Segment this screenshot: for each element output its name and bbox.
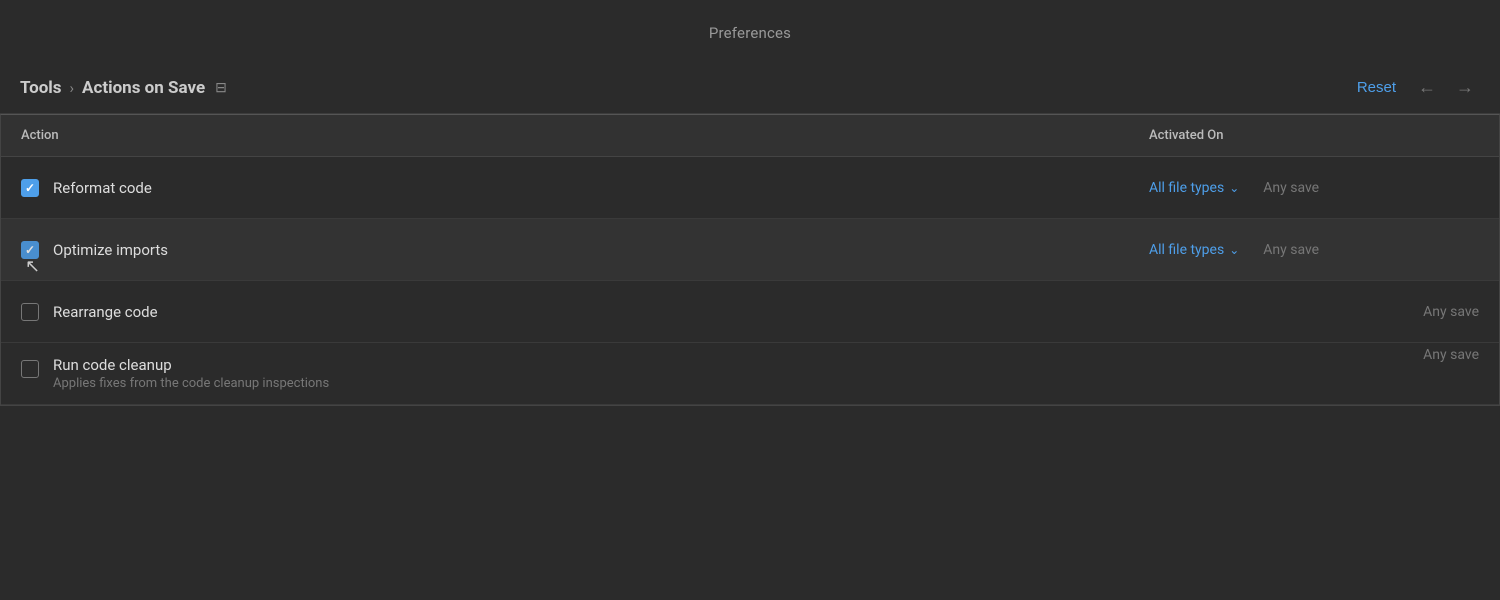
breadcrumb-parent[interactable]: Tools: [20, 78, 62, 98]
activated-on-reformat: Any save: [1263, 180, 1319, 196]
activated-on-optimize: Any save: [1263, 242, 1319, 258]
table-row: Rearrange code Any save: [1, 281, 1499, 343]
activated-on-rearrange: Any save: [1423, 304, 1479, 320]
row-left-reformat: ✓ Reformat code: [21, 179, 1149, 197]
nav-back-button[interactable]: ←: [1412, 75, 1442, 100]
actions-table: Action Activated On ✓ Reformat code All …: [0, 114, 1500, 406]
reset-button[interactable]: Reset: [1357, 79, 1396, 96]
row-left-cleanup: Run code cleanup Applies fixes from the …: [21, 356, 1149, 391]
page-icon[interactable]: ⊟: [215, 80, 227, 96]
checkbox-rearrange[interactable]: [21, 303, 39, 321]
row-right-cleanup: Any save: [1149, 343, 1479, 363]
row-right-reformat: All file types ⌄ Any save: [1149, 180, 1479, 196]
file-types-label-optimize: All file types: [1149, 242, 1224, 258]
breadcrumb-current: Actions on Save: [82, 78, 205, 98]
col-activated-header: Activated On: [1149, 128, 1479, 143]
table-row: ✓ Optimize imports ↖ All file types ⌄ An…: [1, 219, 1499, 281]
file-types-dropdown-reformat[interactable]: All file types ⌄: [1149, 180, 1239, 196]
action-sublabel-cleanup: Applies fixes from the code cleanup insp…: [53, 376, 329, 391]
title-bar: Preferences: [0, 0, 1500, 62]
table-row: ✓ Reformat code All file types ⌄ Any sav…: [1, 157, 1499, 219]
cursor-pointer-icon: ↖: [25, 256, 40, 277]
action-label-reformat: Reformat code: [53, 179, 152, 197]
breadcrumb-separator: ›: [70, 79, 75, 97]
action-label-optimize: Optimize imports: [53, 241, 168, 259]
preferences-title: Preferences: [0, 12, 1500, 52]
chevron-down-icon-optimize: ⌄: [1229, 243, 1239, 257]
toolbar-bar: Tools › Actions on Save ⊟ Reset ← →: [0, 62, 1500, 114]
chevron-down-icon-reformat: ⌄: [1229, 181, 1239, 195]
row-left-rearrange: Rearrange code: [21, 303, 1149, 321]
file-types-label-reformat: All file types: [1149, 180, 1224, 196]
action-label-rearrange: Rearrange code: [53, 303, 158, 321]
table-header: Action Activated On: [1, 115, 1499, 157]
nav-arrows: ← →: [1412, 75, 1480, 100]
file-types-dropdown-optimize[interactable]: All file types ⌄: [1149, 242, 1239, 258]
row-right-rearrange: Any save: [1149, 304, 1479, 320]
row-right-optimize: All file types ⌄ Any save: [1149, 242, 1479, 258]
nav-forward-button[interactable]: →: [1450, 75, 1480, 100]
checkbox-reformat[interactable]: ✓: [21, 179, 39, 197]
row-left-optimize: ✓ Optimize imports ↖: [21, 241, 1149, 259]
preferences-window: Preferences Tools › Actions on Save ⊟ Re…: [0, 0, 1500, 406]
col-action-header: Action: [21, 128, 1149, 143]
checkbox-cleanup[interactable]: [21, 360, 39, 378]
activated-on-cleanup: Any save: [1423, 347, 1479, 363]
action-label-cleanup: Run code cleanup: [53, 356, 329, 374]
table-row: Run code cleanup Applies fixes from the …: [1, 343, 1499, 405]
